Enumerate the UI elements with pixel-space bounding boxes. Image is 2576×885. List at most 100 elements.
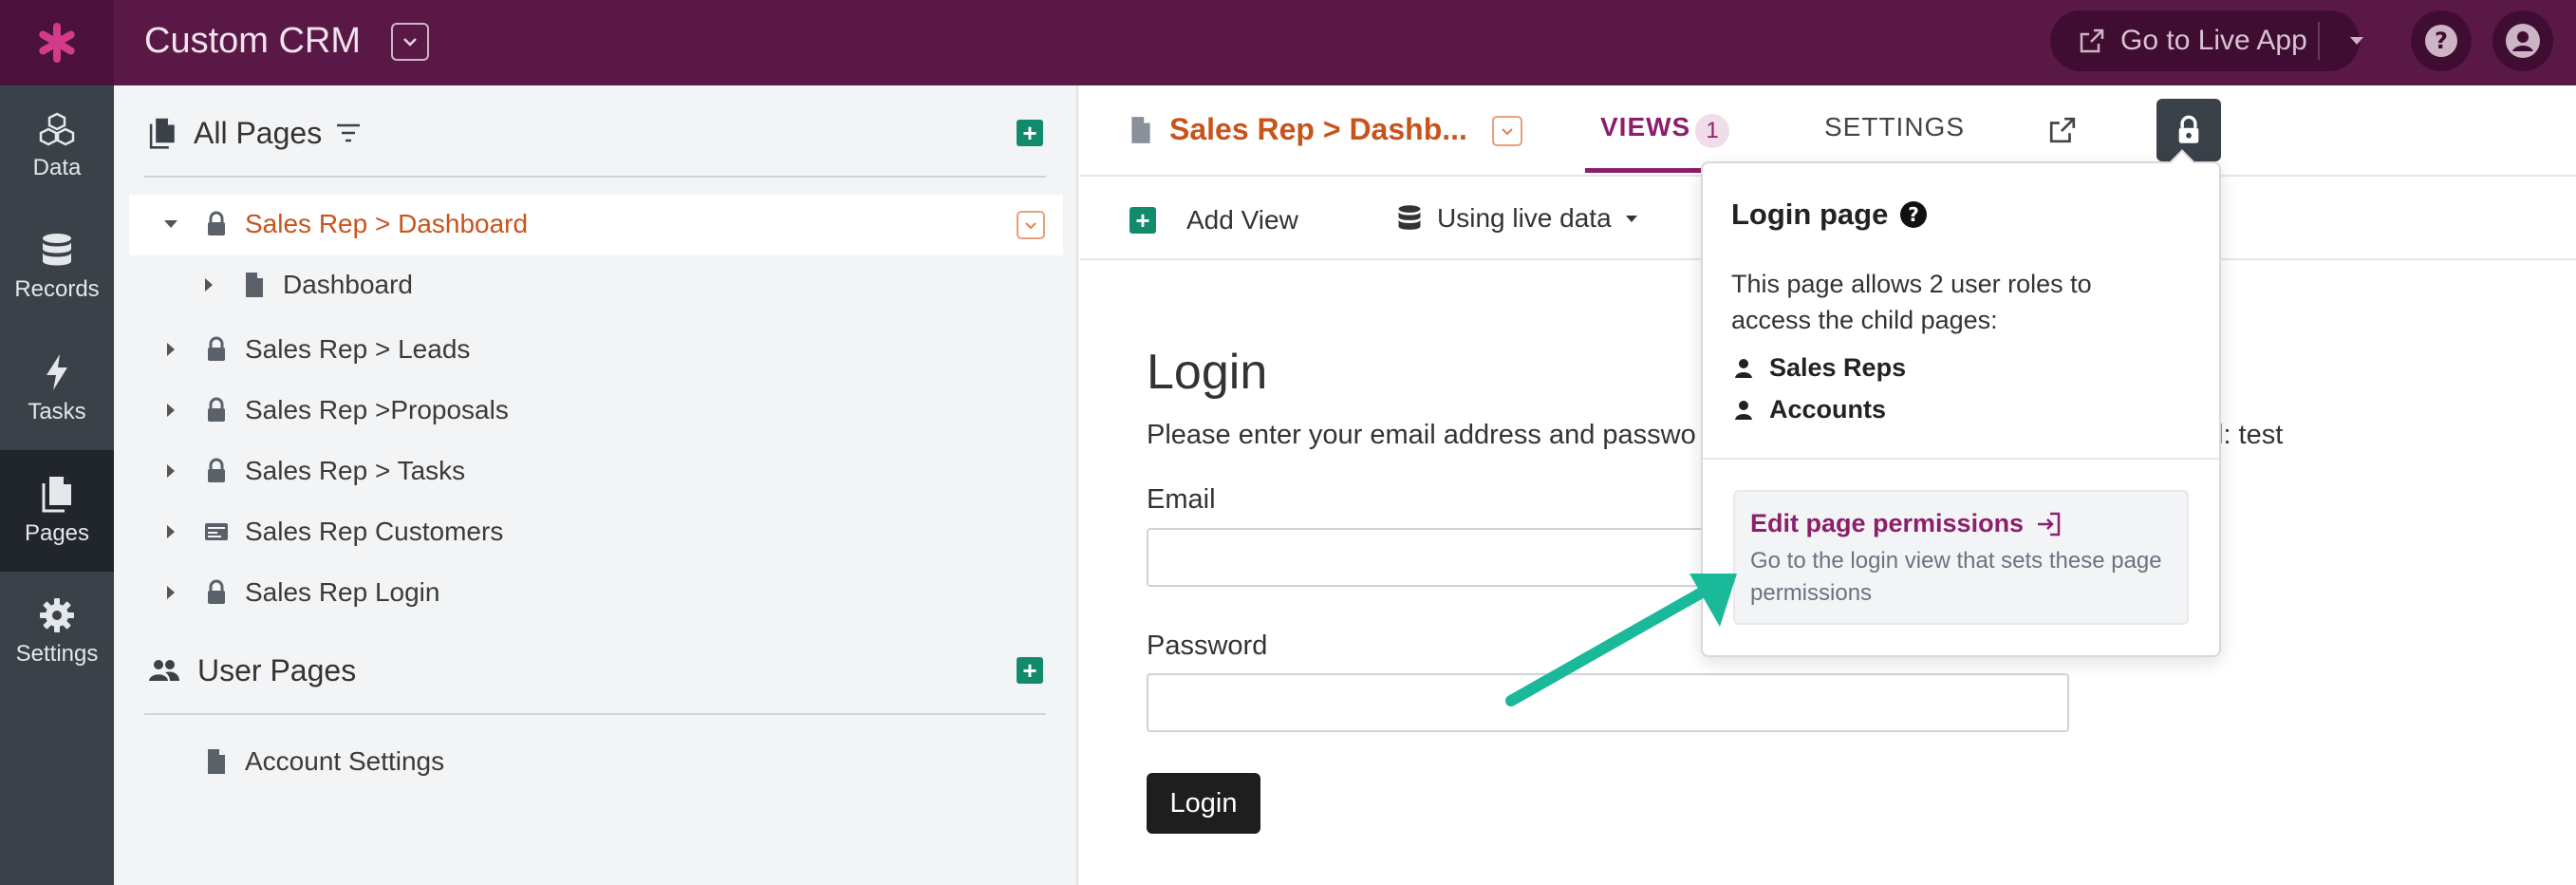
add-view-label: Add View [1186, 205, 1298, 235]
section-divider [144, 176, 1046, 178]
tab-views[interactable]: VIEWS [1600, 112, 1690, 142]
page-options-dropdown[interactable] [1017, 211, 1045, 239]
tree-item-sales-rep-leads[interactable]: Sales Rep > Leads [159, 321, 470, 378]
pages-icon [42, 477, 71, 513]
rail-item-pages[interactable]: Pages [0, 450, 114, 572]
tree-item-sales-rep-dashboard[interactable]: Sales Rep > Dashboard [159, 196, 528, 253]
views-count-badge: 1 [1695, 114, 1729, 148]
tree-item-label: Sales Rep > Leads [245, 334, 471, 364]
login-instructions: Please enter your email address and pass… [1147, 420, 1696, 450]
page-lock-button[interactable] [2156, 99, 2221, 161]
rail-item-label: Settings [15, 641, 99, 667]
svg-text:?: ? [1909, 203, 1920, 226]
tree-item-label: Dashboard [283, 270, 413, 299]
role-item: Accounts [1733, 395, 1886, 424]
add-user-page-button[interactable]: + [1017, 657, 1043, 684]
tree-item-dashboard[interactable]: Dashboard [197, 256, 413, 313]
login-title: Login [1147, 345, 1268, 400]
lock-icon [201, 458, 232, 484]
user-icon [1735, 358, 1752, 378]
data-source-dropdown[interactable]: Using live data [1397, 203, 1638, 234]
tab-settings[interactable]: SETTINGS [1824, 112, 1965, 142]
go-to-live-app-button[interactable]: Go to Live App [2050, 10, 2360, 71]
account-button[interactable] [2492, 10, 2553, 71]
external-link-icon [2049, 117, 2076, 143]
caret-down-icon [2350, 37, 2363, 45]
edit-permissions-label: Edit page permissions [1750, 509, 2025, 537]
annotation-arrow-icon [1505, 574, 1737, 706]
app-logo[interactable] [0, 0, 114, 85]
tree-item-sales-rep-tasks[interactable]: Sales Rep > Tasks [159, 442, 465, 499]
add-view-button[interactable]: + Add View [1129, 205, 1298, 235]
popover-header: Login page ? [1731, 198, 1928, 232]
open-live-page-button[interactable] [2048, 116, 2077, 144]
tree-item-label: Sales Rep Login [245, 577, 440, 607]
popover-title: Login page [1731, 198, 1889, 231]
tree-item-account-settings[interactable]: Account Settings [159, 733, 444, 790]
lock-icon [201, 397, 232, 424]
tree-item-sales-rep-proposals[interactable]: Sales Rep >Proposals [159, 382, 509, 439]
expand-caret-icon[interactable] [159, 403, 182, 418]
popover-description: This page allows 2 user roles to access … [1731, 270, 2092, 334]
sign-in-icon [2038, 512, 2061, 536]
gear-icon [40, 598, 74, 632]
edit-permissions-description: Go to the login view that sets these pag… [1750, 548, 2162, 606]
tree-item-sales-rep-customers[interactable]: Sales Rep Customers [159, 503, 503, 560]
expand-caret-icon[interactable] [159, 342, 182, 357]
filter-icon[interactable] [335, 122, 362, 143]
lock-icon [201, 579, 232, 606]
page-icon [201, 748, 232, 775]
password-label: Password [1147, 631, 1268, 661]
role-label: Sales Reps [1769, 353, 1907, 382]
user-pages-header: User Pages [148, 642, 1050, 699]
email-label: Email [1147, 484, 1216, 515]
button-divider [2318, 22, 2320, 60]
live-app-options-dropdown[interactable] [2335, 10, 2379, 71]
login-button[interactable]: Login [1147, 773, 1260, 834]
tree-item-label: Sales Rep > Dashboard [245, 209, 529, 238]
collapse-caret-icon[interactable] [159, 219, 182, 229]
rail-item-settings[interactable]: Settings [0, 572, 114, 693]
user-pages-title: User Pages [197, 652, 357, 687]
chevron-down-icon [403, 38, 417, 47]
tree-item-label: Sales Rep Customers [245, 517, 504, 546]
user-icon [1735, 400, 1752, 420]
tree-item-label: Sales Rep > Tasks [245, 456, 466, 485]
rail-item-label: Pages [24, 520, 90, 546]
asterisk-icon [39, 23, 75, 63]
rail-item-data[interactable]: Data [0, 85, 114, 207]
rail-item-tasks[interactable]: Tasks [0, 329, 114, 450]
help-icon[interactable]: ? [1899, 200, 1928, 229]
account-icon [2506, 24, 2540, 58]
tree-item-sales-rep-login[interactable]: Sales Rep Login [159, 564, 439, 621]
app-title: Custom CRM [144, 21, 362, 61]
page-icon [239, 272, 270, 298]
login-instructions-tail: l: test [2217, 420, 2284, 450]
tree-item-label: Account Settings [245, 746, 445, 776]
svg-text:?: ? [2435, 28, 2448, 54]
expand-caret-icon[interactable] [159, 463, 182, 479]
bolt-icon [47, 354, 67, 390]
rail-item-label: Tasks [28, 399, 86, 424]
role-label: Accounts [1769, 395, 1887, 424]
database-icon [43, 234, 71, 266]
app-switcher-dropdown[interactable] [391, 23, 429, 61]
expand-caret-icon[interactable] [159, 585, 182, 600]
help-button[interactable]: ? [2411, 10, 2472, 71]
go-to-live-app-label: Go to Live App [2120, 25, 2307, 56]
add-page-button[interactable]: + [1017, 120, 1043, 146]
page-crumb-dropdown[interactable] [1492, 116, 1522, 146]
pages-icon [149, 118, 175, 149]
lock-icon [2178, 115, 2199, 143]
edit-page-permissions-link[interactable]: Edit page permissions [1750, 509, 2062, 538]
rail-item-label: Records [14, 276, 100, 302]
rail-item-records[interactable]: Records [0, 207, 114, 329]
data-source-label: Using live data [1437, 203, 1612, 233]
page-breadcrumb: Sales Rep > Dashb... [1129, 112, 1467, 147]
section-divider [144, 713, 1046, 715]
expand-caret-icon[interactable] [159, 524, 182, 539]
help-icon: ? [2425, 25, 2457, 57]
expand-caret-icon[interactable] [197, 277, 220, 292]
rail-item-label: Data [32, 155, 82, 180]
external-link-icon [2080, 28, 2104, 53]
